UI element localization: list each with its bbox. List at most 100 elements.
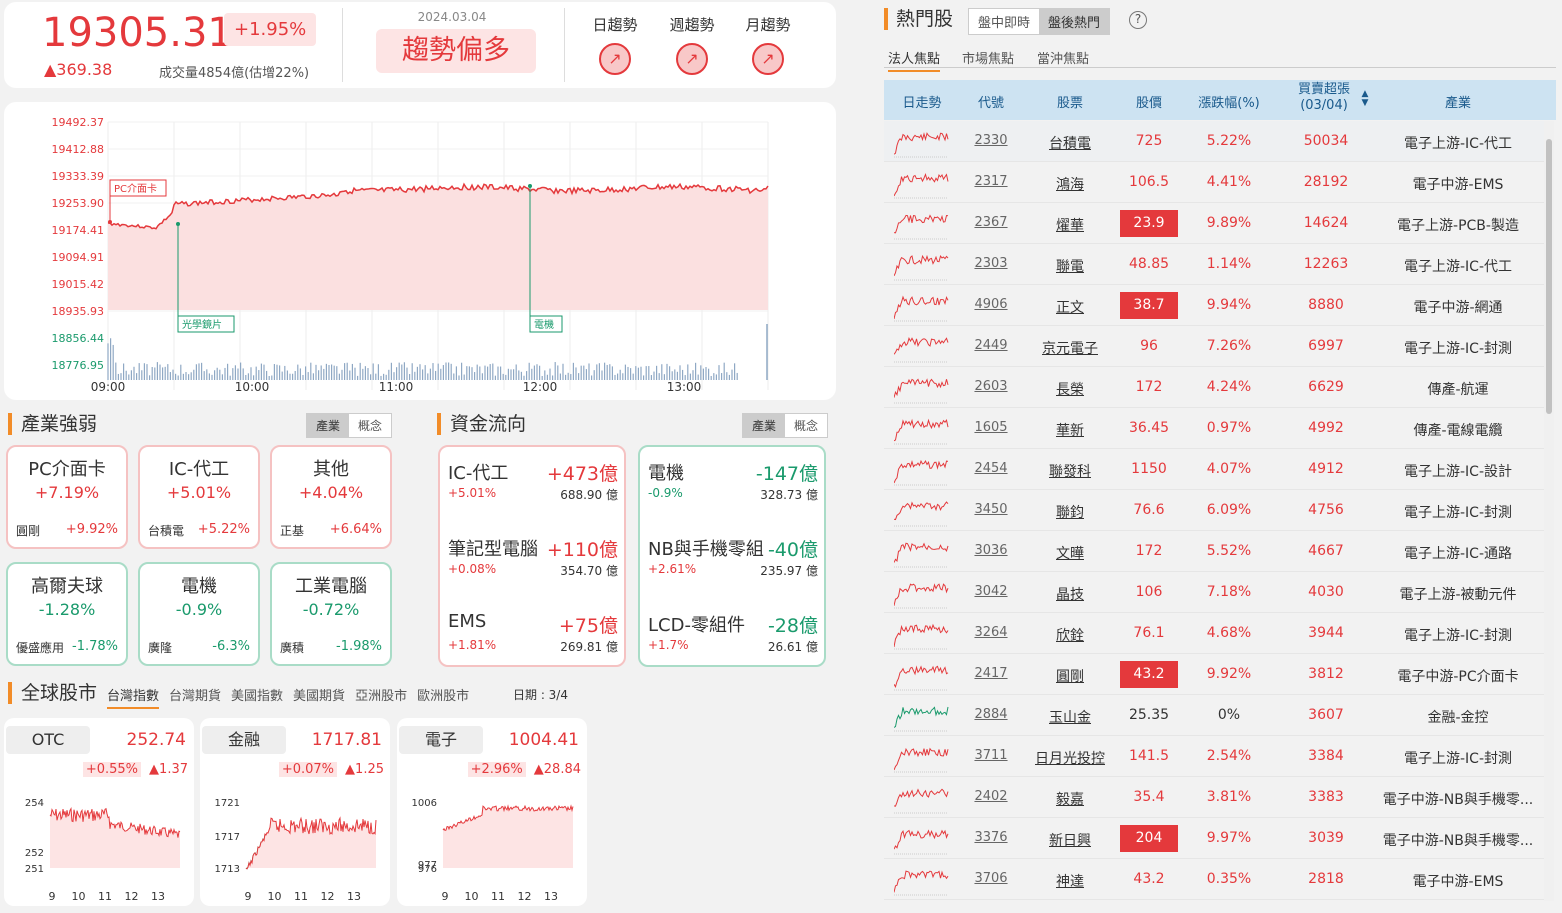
stock-name[interactable]: 玉山金 — [1022, 707, 1118, 727]
stock-name[interactable]: 圓剛 — [1022, 666, 1118, 686]
hot-stock-row[interactable]: 2454 聯發科 1150 4.07% 4912 電子上游-IC-設計 — [884, 449, 1544, 490]
stock-name[interactable]: 神達 — [1022, 871, 1118, 891]
subtab-daytrade[interactable]: 當沖焦點 — [1037, 48, 1089, 67]
industry-leader-stock[interactable]: 台積電 — [148, 522, 184, 539]
stock-name[interactable]: 聯鈞 — [1022, 502, 1118, 522]
toggle-industry[interactable]: 產業 — [743, 414, 786, 437]
stock-code[interactable]: 2454 — [962, 461, 1020, 476]
stock-code[interactable]: 3450 — [962, 502, 1020, 517]
stock-name[interactable]: 京元電子 — [1022, 338, 1118, 358]
industry-leader-stock[interactable]: 優盛應用 — [16, 639, 64, 656]
subtab-institutional[interactable]: 法人焦點 — [888, 48, 941, 72]
hot-stock-row[interactable]: 2417 圓剛 43.2 9.92% 3812 電子中游-PC介面卡 — [884, 654, 1544, 695]
stock-code[interactable]: 3042 — [962, 584, 1020, 599]
help-icon[interactable]: ? — [1129, 11, 1147, 29]
flow-item[interactable]: LCD-零組件 -28億 +1.7% 26.61 億 — [648, 611, 818, 671]
global-tab[interactable]: 美國期貨 — [293, 685, 345, 709]
stock-code[interactable]: 3706 — [962, 871, 1020, 886]
hot-stock-row[interactable]: 2884 玉山金 25.35 0% 3607 金融-金控 — [884, 695, 1544, 736]
hot-stock-row[interactable]: 3376 新日興 204 9.97% 3039 電子中游-NB與手機零... — [884, 818, 1544, 859]
industry-leader-stock[interactable]: 廣積 — [280, 639, 304, 656]
stock-code[interactable]: 2417 — [962, 666, 1020, 681]
toggle-industry[interactable]: 產業 — [307, 414, 350, 437]
market-card[interactable]: OTC 252.74 +0.55% ▲1.37 254 252 251 9 10 11 12 13 — [4, 718, 194, 906]
col-stock[interactable]: 股票 — [1022, 92, 1118, 111]
stock-code[interactable]: 2449 — [962, 338, 1020, 353]
scrollbar-thumb[interactable] — [1546, 139, 1552, 414]
industry-card[interactable]: 電機 -0.9% 廣隆 -6.3% — [138, 562, 260, 666]
stock-name[interactable]: 華新 — [1022, 420, 1118, 440]
industry-card[interactable]: IC-代工 +5.01% 台積電 +5.22% — [138, 445, 260, 549]
trend-tab-weekly[interactable]: 週趨勢 ↗ — [661, 14, 723, 75]
stock-code[interactable]: 2367 — [962, 215, 1020, 230]
hot-stock-row[interactable]: 4906 正文 38.7 9.94% 8880 電子中游-網通 — [884, 285, 1544, 326]
flow-item[interactable]: IC-代工 +473億 +5.01% 688.90 億 — [448, 459, 618, 519]
stock-name[interactable]: 日月光投控 — [1022, 748, 1118, 768]
stock-code[interactable]: 3711 — [962, 748, 1020, 763]
hot-stock-row[interactable]: 2603 長榮 172 4.24% 6629 傳產-航運 — [884, 367, 1544, 408]
industry-card[interactable]: 其他 +4.04% 正基 +6.64% — [270, 445, 392, 549]
stock-code[interactable]: 2330 — [962, 133, 1020, 148]
hot-stock-row[interactable]: 2367 燿華 23.9 9.89% 14624 電子上游-PCB-製造 — [884, 203, 1544, 244]
hot-stock-row[interactable]: 2449 京元電子 96 7.26% 6997 電子上游-IC-封測 — [884, 326, 1544, 367]
global-tab[interactable]: 亞洲股市 — [355, 685, 407, 709]
flow-item[interactable]: 電機 -147億 -0.9% 328.73 億 — [648, 459, 818, 519]
stock-code[interactable]: 1605 — [962, 420, 1020, 435]
hot-stock-row[interactable]: 2402 毅嘉 35.4 3.81% 3383 電子中游-NB與手機零... — [884, 777, 1544, 818]
hot-stock-row[interactable]: 3711 日月光投控 141.5 2.54% 3384 電子上游-IC-封測 — [884, 736, 1544, 777]
stock-name[interactable]: 欣銓 — [1022, 625, 1118, 645]
stock-code[interactable]: 3036 — [962, 543, 1020, 558]
global-tab[interactable]: 美國指數 — [231, 685, 283, 709]
stock-name[interactable]: 聯發科 — [1022, 461, 1118, 481]
hot-stock-row[interactable]: 2330 台積電 725 5.22% 50034 電子上游-IC-代工 — [884, 121, 1544, 162]
stock-code[interactable]: 4906 — [962, 297, 1020, 312]
global-tab[interactable]: 台灣期貨 — [169, 685, 221, 709]
hot-stock-row[interactable]: 3042 晶技 106 7.18% 4030 電子上游-被動元件 — [884, 572, 1544, 613]
industry-leader-stock[interactable]: 廣隆 — [148, 639, 172, 656]
stock-name[interactable]: 新日興 — [1022, 830, 1118, 850]
hot-stock-row[interactable]: 2317 鴻海 106.5 4.41% 28192 電子中游-EMS — [884, 162, 1544, 203]
toggle-concept[interactable]: 概念 — [349, 414, 392, 437]
intraday-chart[interactable]: 19492.37 19412.88 19333.39 19253.90 19174.41… — [4, 102, 836, 400]
hot-stock-row[interactable]: 3036 文曄 172 5.52% 4667 電子上游-IC-通路 — [884, 531, 1544, 572]
flow-item[interactable]: 筆記型電腦 +110億 +0.08% 354.70 億 — [448, 535, 618, 595]
hot-stock-row[interactable]: 3706 神達 43.2 0.35% 2818 電子中游-EMS — [884, 859, 1544, 900]
stock-name[interactable]: 鴻海 — [1022, 174, 1118, 194]
col-code[interactable]: 代號 — [962, 92, 1020, 111]
col-buysell[interactable]: 買賣超張 (03/04) — [1284, 82, 1364, 114]
stock-name[interactable]: 台積電 — [1022, 133, 1118, 153]
trend-tab-daily[interactable]: 日趨勢 ↗ — [584, 14, 646, 75]
stock-code[interactable]: 2303 — [962, 256, 1020, 271]
stock-name[interactable]: 文曄 — [1022, 543, 1118, 563]
toggle-afterhours[interactable]: 盤後熱門 — [1039, 9, 1110, 34]
industry-card[interactable]: PC介面卡 +7.19% 圓剛 +9.92% — [6, 445, 128, 549]
stock-code[interactable]: 2402 — [962, 789, 1020, 804]
hot-stock-row[interactable]: 3450 聯鈞 76.6 6.09% 4756 電子上游-IC-封測 — [884, 490, 1544, 531]
hot-stock-row[interactable]: 2303 聯電 48.85 1.14% 12263 電子上游-IC-代工 — [884, 244, 1544, 285]
global-tab[interactable]: 歐洲股市 — [417, 685, 469, 709]
stock-name[interactable]: 正文 — [1022, 297, 1118, 317]
hot-stock-row[interactable]: 3264 欣銓 76.1 4.68% 3944 電子上游-IC-封測 — [884, 613, 1544, 654]
toggle-concept[interactable]: 概念 — [785, 414, 828, 437]
stock-name[interactable]: 毅嘉 — [1022, 789, 1118, 809]
industry-leader-stock[interactable]: 圓剛 — [16, 522, 40, 539]
stock-code[interactable]: 2317 — [962, 174, 1020, 189]
trend-tab-monthly[interactable]: 月趨勢 ↗ — [737, 14, 799, 75]
stock-name[interactable]: 長榮 — [1022, 379, 1118, 399]
stock-code[interactable]: 3264 — [962, 625, 1020, 640]
market-card[interactable]: 金融 1717.81 +0.07% ▲1.25 1721 1717 1713 9 10 11 1… — [200, 718, 390, 906]
global-tab[interactable]: 台灣指數 — [107, 685, 160, 709]
hot-stock-row[interactable]: 1605 華新 36.45 0.97% 4992 傳產-電線電纜 — [884, 408, 1544, 449]
stock-code[interactable]: 2603 — [962, 379, 1020, 394]
col-pct[interactable]: 漲跌幅(%) — [1184, 92, 1274, 111]
stock-code[interactable]: 3376 — [962, 830, 1020, 845]
industry-leader-stock[interactable]: 正基 — [280, 522, 304, 539]
market-card[interactable]: 電子 1004.41 +2.96% ▲28.84 1006 977 976 9 10 11 12… — [397, 718, 587, 906]
scrollbar[interactable] — [1544, 121, 1554, 901]
flow-item[interactable]: EMS +75億 +1.81% 269.81 億 — [448, 611, 618, 671]
sort-icon[interactable]: ▲ ▼ — [1360, 90, 1370, 108]
col-price[interactable]: 股價 — [1120, 92, 1178, 111]
industry-card[interactable]: 工業電腦 -0.72% 廣積 -1.98% — [270, 562, 392, 666]
stock-name[interactable]: 燿華 — [1022, 215, 1118, 235]
stock-code[interactable]: 2884 — [962, 707, 1020, 722]
